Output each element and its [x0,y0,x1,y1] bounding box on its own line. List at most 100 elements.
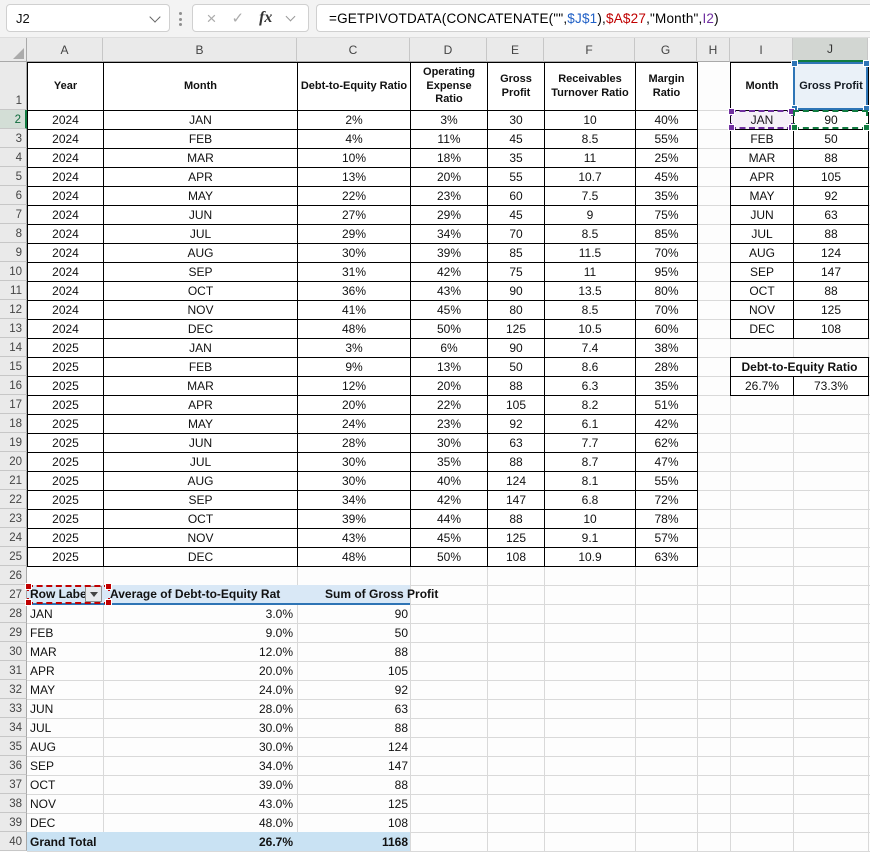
cell[interactable]: JUN [104,206,298,225]
cell[interactable]: 26.7% [103,832,297,851]
cell[interactable]: 7.4 [545,339,636,358]
cell[interactable]: 51% [636,396,698,415]
cancel-icon[interactable]: × [207,10,217,27]
cell[interactable]: 20% [411,168,488,187]
row-header-19[interactable]: 19 [0,433,27,452]
cell[interactable]: 2024 [28,320,104,339]
cell[interactable]: 1168 [297,832,410,851]
column-header-F[interactable]: F [544,38,635,62]
cell[interactable]: 55% [636,130,698,149]
cell[interactable]: 88 [488,453,545,472]
cell[interactable]: 25% [636,149,698,168]
cell[interactable]: 105 [794,168,869,187]
cell[interactable]: JUL [104,225,298,244]
cell[interactable]: 78% [636,510,698,529]
cell[interactable]: 70% [636,244,698,263]
row-header-37[interactable]: 37 [0,775,27,794]
cell[interactable]: OCT [27,775,103,794]
cell[interactable]: 88 [488,377,545,396]
row-header-26[interactable]: 26 [0,566,27,585]
cell[interactable]: 124 [488,472,545,491]
cell[interactable]: 62% [636,434,698,453]
cell[interactable]: 28% [298,434,411,453]
cell[interactable]: JAN [27,604,103,623]
cell[interactable]: 45 [488,130,545,149]
pivot-avg-header[interactable]: Average of Debt-to-Equity Rat [103,585,297,604]
cell[interactable]: NOV [104,529,298,548]
row-header-24[interactable]: 24 [0,528,27,547]
cell[interactable]: 3.0% [103,604,297,623]
cell[interactable]: 11 [545,263,636,282]
cell[interactable]: 63 [488,434,545,453]
cell[interactable]: 6.8 [545,491,636,510]
cell[interactable]: 24.0% [103,680,297,699]
column-header-E[interactable]: E [487,38,544,62]
cell[interactable]: Month [731,63,794,111]
cell[interactable]: 80 [488,301,545,320]
row-header-33[interactable]: 33 [0,699,27,718]
cell[interactable]: 55% [636,472,698,491]
cell[interactable]: 2024 [28,282,104,301]
row-header-36[interactable]: 36 [0,756,27,775]
cell[interactable]: 125 [488,320,545,339]
cell[interactable]: 39.0% [103,775,297,794]
cell[interactable]: DEC [104,320,298,339]
cell[interactable]: 30.0% [103,737,297,756]
cell[interactable]: 2025 [28,510,104,529]
cell[interactable]: 9 [545,206,636,225]
cell[interactable]: AUG [27,737,103,756]
cell[interactable]: FEB [104,358,298,377]
cell[interactable]: JUN [104,434,298,453]
cell[interactable]: 6.3 [545,377,636,396]
cell[interactable]: 8.7 [545,453,636,472]
cell[interactable]: 125 [488,529,545,548]
cell[interactable]: 26.7% [731,377,794,396]
cell[interactable]: 108 [488,548,545,567]
cell[interactable]: MAR [27,642,103,661]
cell[interactable]: 34% [298,491,411,510]
cell[interactable]: 11.5 [545,244,636,263]
cell[interactable]: 63 [794,206,869,225]
cell[interactable]: JUL [731,225,794,244]
cell[interactable]: AUG [104,472,298,491]
cell[interactable]: 63 [297,699,410,718]
cell[interactable]: DEC [27,813,103,832]
row-header-40[interactable]: 40 [0,832,27,851]
cell[interactable]: 10 [545,510,636,529]
row-header-28[interactable]: 28 [0,604,27,623]
cell[interactable]: 9% [298,358,411,377]
cell[interactable]: 90 [488,339,545,358]
row-header-4[interactable]: 4 [0,148,27,167]
cell[interactable]: OCT [104,282,298,301]
cell[interactable]: 34.0% [103,756,297,775]
column-header-A[interactable]: A [27,38,103,62]
cell[interactable]: 2024 [28,301,104,320]
cell[interactable]: 13.5 [545,282,636,301]
cell[interactable]: 108 [794,320,869,339]
cell[interactable]: JUN [27,699,103,718]
cell[interactable]: MAY [104,415,298,434]
cell[interactable]: 2025 [28,415,104,434]
cell[interactable]: 88 [794,149,869,168]
cell[interactable]: 50% [411,548,488,567]
cell[interactable]: 22% [298,187,411,206]
row-header-27[interactable]: 27 [0,585,27,604]
cell[interactable]: 124 [297,737,410,756]
cell[interactable]: Month [104,63,298,111]
cell[interactable]: 34% [411,225,488,244]
cell[interactable]: 147 [488,491,545,510]
cell[interactable]: 10.9 [545,548,636,567]
cell[interactable]: SEP [731,263,794,282]
row-header-21[interactable]: 21 [0,471,27,490]
cell[interactable]: 92 [794,187,869,206]
cell[interactable]: 35 [488,149,545,168]
cell[interactable]: 3% [411,111,488,130]
cell[interactable]: MAR [731,149,794,168]
cell[interactable]: 50% [411,320,488,339]
cell[interactable]: 2025 [28,377,104,396]
cell[interactable]: 2024 [28,149,104,168]
cell[interactable]: 28.0% [103,699,297,718]
select-all-corner[interactable] [0,38,27,62]
cell[interactable]: SEP [27,756,103,775]
row-header-20[interactable]: 20 [0,452,27,471]
